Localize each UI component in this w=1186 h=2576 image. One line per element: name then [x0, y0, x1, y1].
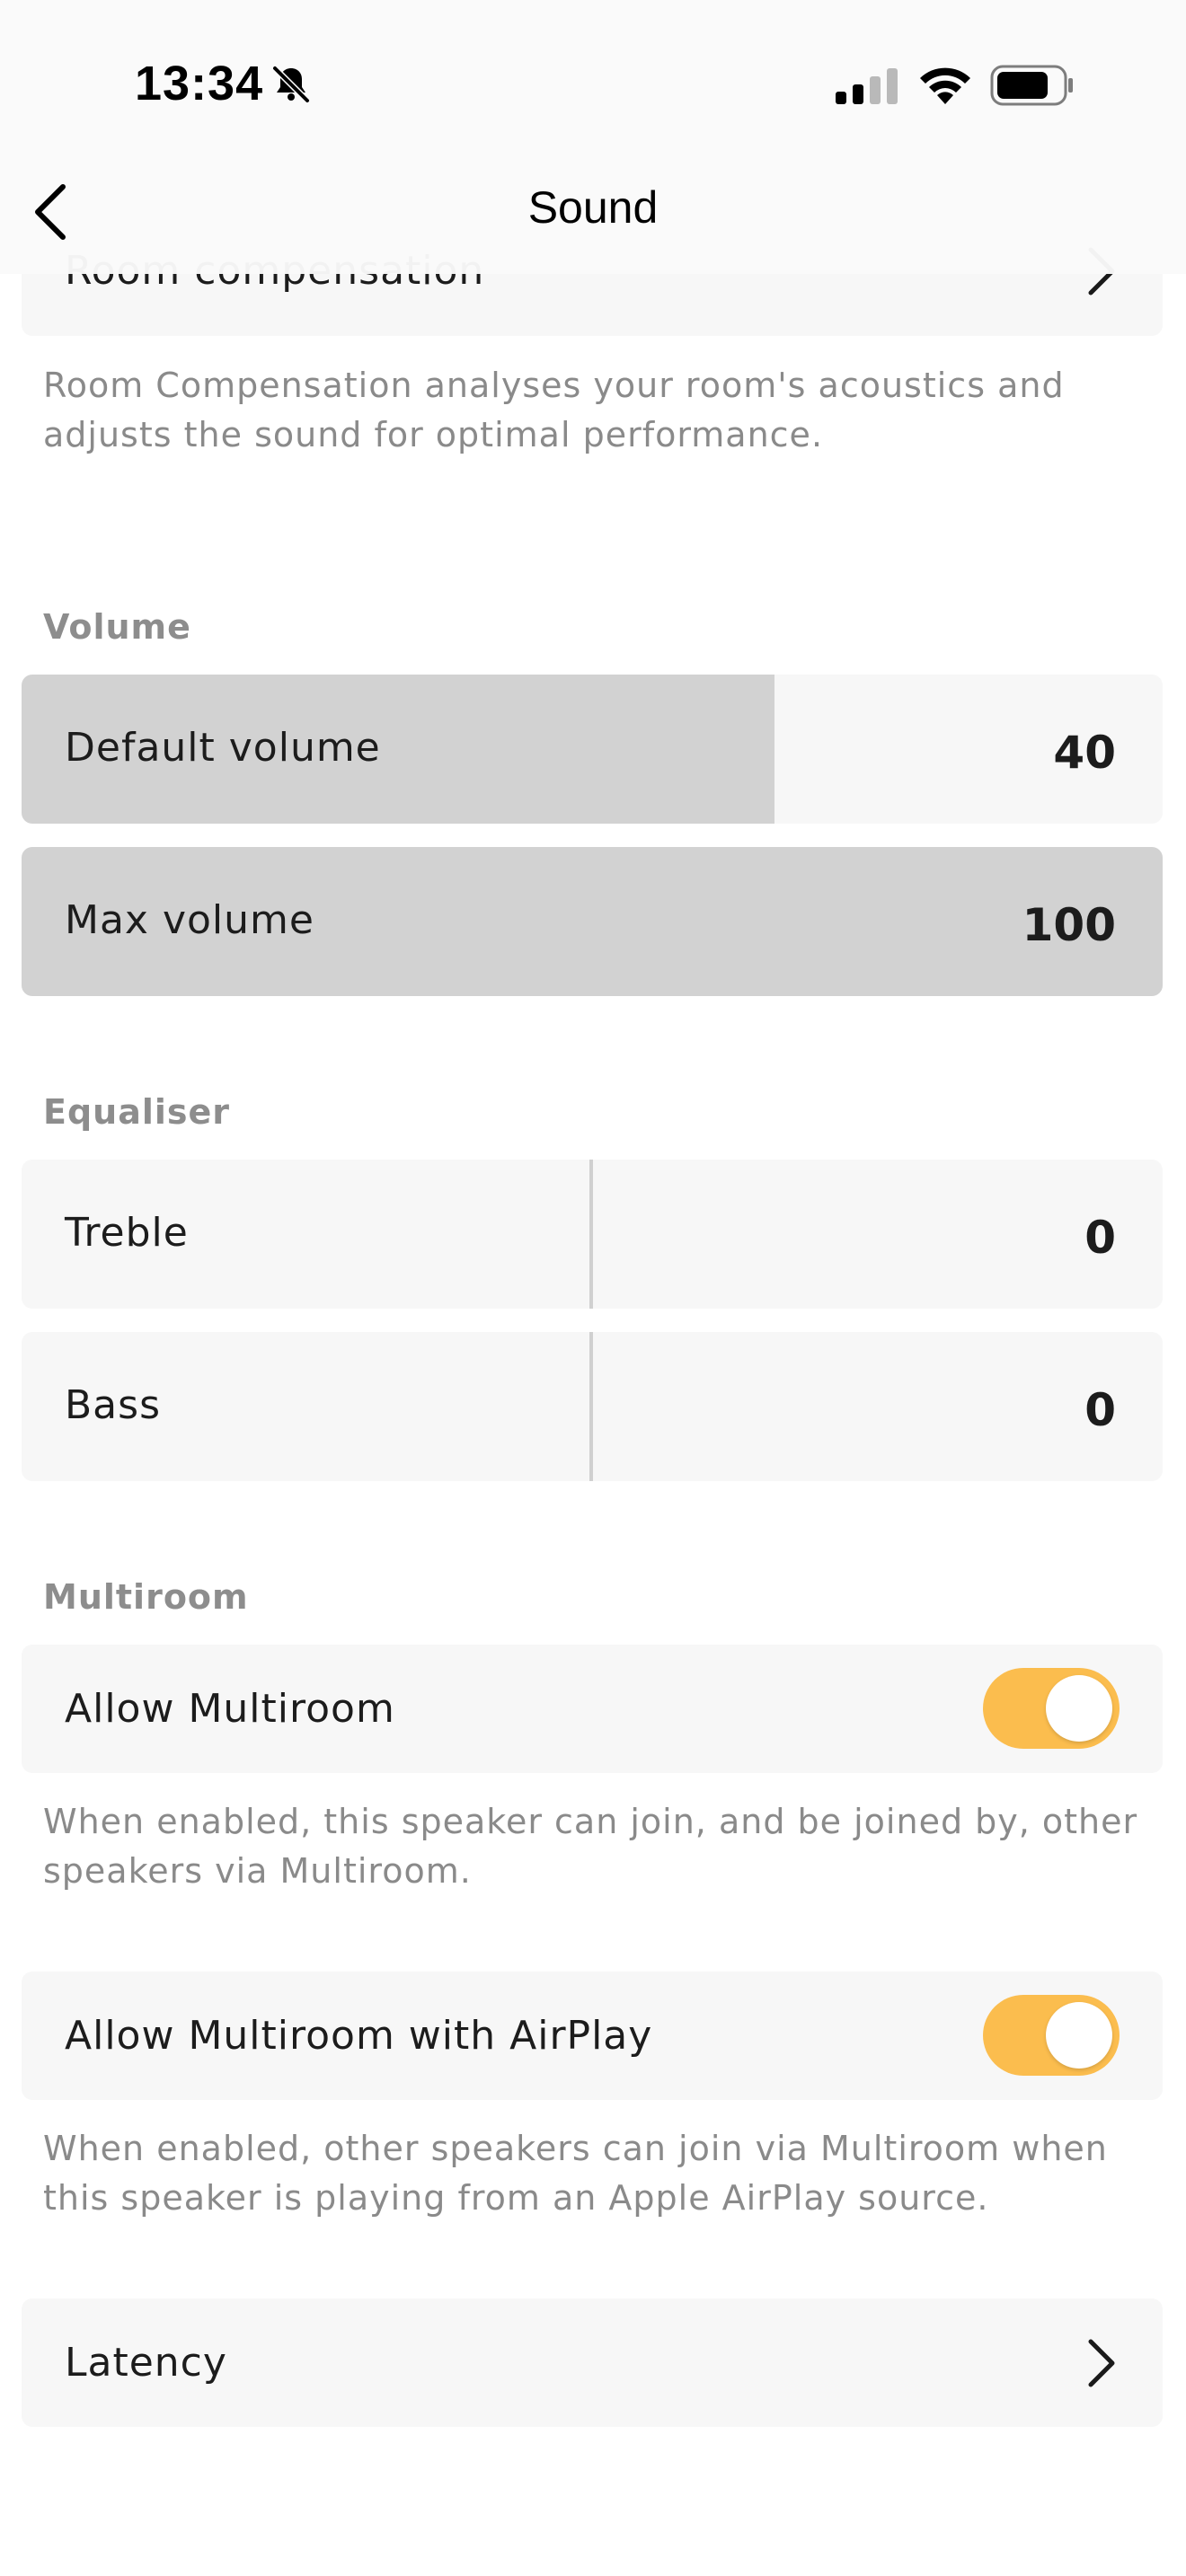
section-title-multiroom: Multiroom	[43, 1577, 249, 1617]
bell-slash-icon	[272, 66, 310, 103]
chevron-right-icon	[1088, 2339, 1115, 2387]
default-volume-label: Default volume	[65, 725, 381, 771]
max-volume-label: Max volume	[65, 897, 314, 943]
default-volume-slider[interactable]: Default volume 40	[22, 675, 1163, 824]
allow-multiroom-airplay-toggle[interactable]	[983, 1995, 1120, 2076]
allow-multiroom-label: Allow Multiroom	[65, 1686, 395, 1732]
treble-slider[interactable]: Treble 0	[22, 1160, 1163, 1309]
allow-multiroom-toggle[interactable]	[983, 1668, 1120, 1749]
wifi-icon	[920, 67, 970, 104]
bass-slider[interactable]: Bass 0	[22, 1332, 1163, 1481]
bass-value: 0	[1084, 1384, 1116, 1436]
bass-center-marker	[589, 1332, 593, 1481]
treble-label: Treble	[65, 1210, 189, 1256]
allow-multiroom-airplay-help: When enabled, other speakers can join vi…	[43, 2129, 1108, 2218]
treble-center-marker	[589, 1160, 593, 1309]
latency-label: Latency	[65, 2340, 227, 2386]
bass-label: Bass	[65, 1382, 161, 1428]
top-bar: 13:34 Sound	[0, 0, 1186, 274]
allow-multiroom-airplay-row: Allow Multiroom with AirPlay	[22, 1972, 1163, 2100]
status-time: 13:34	[135, 57, 264, 110]
max-volume-value: 100	[1022, 899, 1116, 951]
section-title-equaliser: Equaliser	[43, 1092, 231, 1132]
sound-settings-screen: Room compensation Room Compensation anal…	[0, 0, 1186, 2576]
treble-value: 0	[1084, 1212, 1116, 1264]
room-compensation-help: Room Compensation analyses your room's a…	[43, 366, 1065, 454]
latency-row[interactable]: Latency	[22, 2298, 1163, 2427]
allow-multiroom-airplay-label: Allow Multiroom with AirPlay	[65, 2013, 653, 2059]
battery-icon	[990, 65, 1073, 106]
max-volume-slider[interactable]: Max volume 100	[22, 847, 1163, 996]
section-title-volume: Volume	[43, 607, 191, 647]
default-volume-value: 40	[1053, 727, 1116, 779]
allow-multiroom-help: When enabled, this speaker can join, and…	[43, 1802, 1138, 1891]
toggle-knob	[1046, 1675, 1112, 1742]
page-title: Sound	[527, 182, 659, 233]
cellular-signal-icon	[836, 68, 898, 104]
allow-multiroom-row: Allow Multiroom	[22, 1645, 1163, 1773]
toggle-knob	[1046, 2002, 1112, 2069]
